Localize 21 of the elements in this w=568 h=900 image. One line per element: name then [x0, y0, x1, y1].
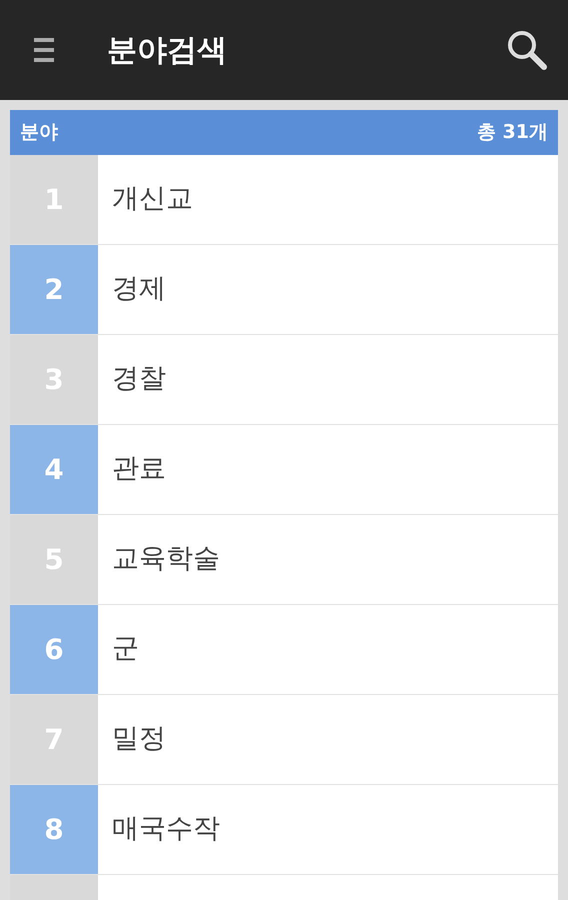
- number-cell: 4: [10, 425, 98, 514]
- item-label: 군: [112, 632, 139, 666]
- item-label: 경제: [112, 272, 166, 306]
- list-item[interactable]: 8 매국수작: [10, 785, 558, 875]
- item-label: 매국수작: [112, 812, 220, 846]
- header-label: 분야: [20, 120, 58, 146]
- list-item[interactable]: 2 경제: [10, 245, 558, 335]
- list-item[interactable]: 4 관료: [10, 425, 558, 515]
- item-label: 관료: [112, 452, 166, 486]
- item-label: 교육학술: [112, 542, 220, 576]
- number-cell: 6: [10, 605, 98, 694]
- item-label: 경찰: [112, 362, 166, 396]
- number-cell: 2: [10, 245, 98, 334]
- app-title: 분야검색: [107, 32, 227, 70]
- total-count: 총 31개: [476, 120, 548, 146]
- list-item[interactable]: 6 군: [10, 605, 558, 695]
- menu-icon[interactable]: [34, 37, 54, 63]
- search-icon[interactable]: [506, 29, 548, 71]
- item-label: 밀정: [112, 722, 166, 756]
- number-cell: 8: [10, 785, 98, 874]
- item-label: 개신교: [112, 182, 193, 216]
